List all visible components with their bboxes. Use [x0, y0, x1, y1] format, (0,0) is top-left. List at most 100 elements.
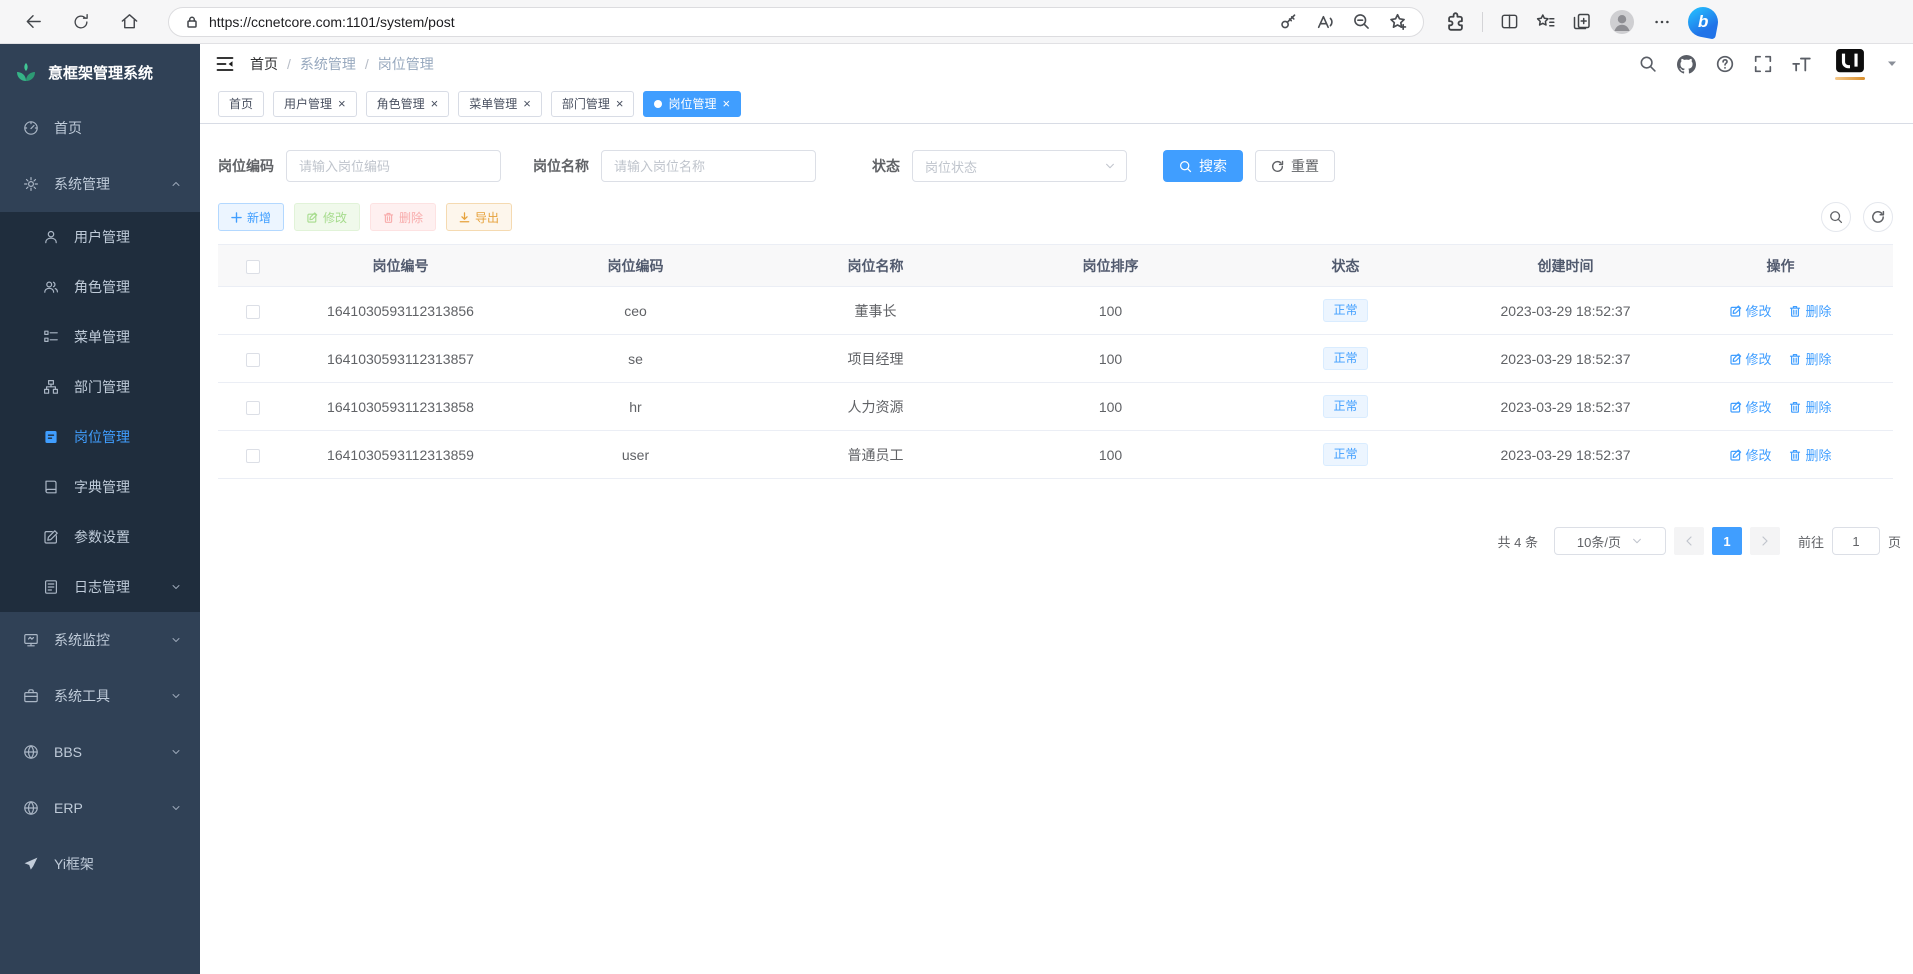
sidebar-item-menu-management[interactable]: 菜单管理 — [0, 312, 200, 362]
profile-avatar-icon[interactable] — [1608, 8, 1636, 36]
sidebar-item-label: 系统管理 — [54, 174, 170, 194]
font-size-icon[interactable] — [1792, 56, 1811, 73]
sidebar-item-erp[interactable]: ERP — [0, 780, 200, 836]
breadcrumb: 首页 / 系统管理 / 岗位管理 — [250, 54, 434, 74]
breadcrumb-system[interactable]: 系统管理 — [300, 54, 356, 74]
row-edit-label: 修改 — [1746, 397, 1772, 416]
sidebar-item-parameter-settings[interactable]: 参数设置 — [0, 512, 200, 562]
sidebar-item-yi-framework[interactable]: Yi框架 — [0, 836, 200, 892]
status-badge: 正常 — [1323, 395, 1367, 419]
tab-role-management[interactable]: 角色管理 × — [366, 91, 450, 117]
sidebar-item-dept-management[interactable]: 部门管理 — [0, 362, 200, 412]
table-row: 1641030593112313856 ceo 董事长 100 正常 2023-… — [218, 287, 1893, 335]
post-code-label: 岗位编码 — [218, 156, 274, 176]
tab-close-icon[interactable]: × — [722, 97, 730, 110]
sidebar-item-role-management[interactable]: 角色管理 — [0, 262, 200, 312]
refresh-table-button[interactable] — [1863, 202, 1893, 232]
tab-user-management[interactable]: 用户管理 × — [273, 91, 357, 117]
tab-close-icon[interactable]: × — [616, 97, 624, 110]
sidebar-item-system-monitor[interactable]: 系统监控 — [0, 612, 200, 668]
row-edit-link[interactable]: 修改 — [1730, 397, 1772, 416]
sidebar-item-user-management[interactable]: 用户管理 — [0, 212, 200, 262]
chevron-down-icon — [170, 581, 182, 593]
read-aloud-icon[interactable] — [1316, 13, 1334, 31]
breadcrumb-home[interactable]: 首页 — [250, 54, 278, 74]
column-actions: 操作 — [1668, 245, 1893, 287]
status-select[interactable]: 岗位状态 — [912, 150, 1127, 182]
cell-post-name: 普通员工 — [758, 431, 993, 479]
prev-page-button[interactable] — [1674, 527, 1704, 555]
select-all-checkbox[interactable] — [246, 260, 260, 274]
tab-dept-management[interactable]: 部门管理 × — [551, 91, 635, 117]
zoom-out-icon[interactable] — [1353, 13, 1370, 30]
sidebar-item-label: 系统监控 — [54, 630, 170, 650]
password-key-icon[interactable] — [1280, 13, 1297, 30]
row-checkbox[interactable] — [246, 353, 260, 367]
tab-menu-management[interactable]: 菜单管理 × — [458, 91, 542, 117]
row-checkbox[interactable] — [246, 449, 260, 463]
tab-post-management[interactable]: 岗位管理 × — [643, 91, 741, 117]
row-edit-link[interactable]: 修改 — [1730, 349, 1772, 368]
split-screen-icon[interactable] — [1500, 12, 1519, 31]
delete-button[interactable]: 删除 — [370, 203, 436, 231]
tab-close-icon[interactable]: × — [431, 97, 439, 110]
favorites-icon[interactable] — [1536, 12, 1555, 31]
row-delete-link[interactable]: 删除 — [1789, 397, 1831, 416]
add-button[interactable]: 新增 — [218, 203, 284, 231]
caret-down-icon[interactable] — [1887, 60, 1897, 68]
search-button[interactable]: 搜索 — [1163, 150, 1243, 182]
row-delete-link[interactable]: 删除 — [1789, 349, 1831, 368]
browser-back-button[interactable] — [16, 5, 50, 39]
export-button[interactable]: 导出 — [446, 203, 512, 231]
sidebar-item-system-management[interactable]: 系统管理 — [0, 156, 200, 212]
browser-refresh-button[interactable] — [64, 5, 98, 39]
sidebar-item-log-management[interactable]: 日志管理 — [0, 562, 200, 612]
sidebar-item-system-tools[interactable]: 系统工具 — [0, 668, 200, 724]
user-avatar[interactable] — [1835, 49, 1865, 80]
post-code-input[interactable] — [286, 150, 501, 182]
extensions-icon[interactable] — [1446, 12, 1465, 31]
edit-icon — [1730, 305, 1742, 317]
next-page-button[interactable] — [1750, 527, 1780, 555]
row-delete-link[interactable]: 删除 — [1789, 301, 1831, 320]
status-badge: 正常 — [1323, 347, 1367, 371]
page-number-1[interactable]: 1 — [1712, 527, 1742, 555]
app-logo[interactable]: 意框架管理系统 — [0, 44, 200, 100]
sidebar-item-label: 参数设置 — [74, 527, 182, 547]
show-search-toggle-button[interactable] — [1821, 202, 1851, 232]
page-size-select[interactable]: 10条/页 — [1554, 527, 1666, 555]
help-icon[interactable] — [1716, 55, 1734, 73]
tab-home[interactable]: 首页 — [218, 91, 264, 117]
sidebar-item-home[interactable]: 首页 — [0, 100, 200, 156]
tab-close-icon[interactable]: × — [338, 97, 346, 110]
edit-button[interactable]: 修改 — [294, 203, 360, 231]
add-favorite-star-icon[interactable] — [1389, 13, 1407, 31]
more-menu-icon[interactable] — [1653, 13, 1671, 31]
goto-page-input[interactable] — [1832, 527, 1880, 555]
row-edit-link[interactable]: 修改 — [1730, 301, 1772, 320]
row-edit-label: 修改 — [1746, 349, 1772, 368]
row-delete-label: 删除 — [1805, 445, 1831, 464]
bing-chat-icon[interactable]: b — [1685, 4, 1720, 39]
fullscreen-icon[interactable] — [1754, 55, 1772, 73]
post-name-input[interactable] — [601, 150, 816, 182]
browser-home-button[interactable] — [112, 5, 146, 39]
sidebar-item-post-management[interactable]: 岗位管理 — [0, 412, 200, 462]
sidebar-item-label: BBS — [54, 744, 170, 760]
sidebar-item-bbs[interactable]: BBS — [0, 724, 200, 780]
cell-post-id: 1641030593112313859 — [288, 431, 513, 479]
collections-icon[interactable] — [1572, 12, 1591, 31]
address-bar[interactable]: https://ccnetcore.com:1101/system/post — [168, 7, 1424, 37]
reset-button[interactable]: 重置 — [1255, 150, 1335, 182]
cell-post-name: 人力资源 — [758, 383, 993, 431]
tab-close-icon[interactable]: × — [523, 97, 531, 110]
row-checkbox[interactable] — [246, 401, 260, 415]
sidebar-item-dict-management[interactable]: 字典管理 — [0, 462, 200, 512]
row-edit-link[interactable]: 修改 — [1730, 445, 1772, 464]
github-icon[interactable] — [1677, 55, 1696, 74]
row-delete-link[interactable]: 删除 — [1789, 445, 1831, 464]
header-search-icon[interactable] — [1639, 55, 1657, 73]
sidebar-toggle-icon[interactable] — [216, 55, 234, 73]
app-header: 首页 / 系统管理 / 岗位管理 — [200, 44, 1913, 84]
row-checkbox[interactable] — [246, 305, 260, 319]
